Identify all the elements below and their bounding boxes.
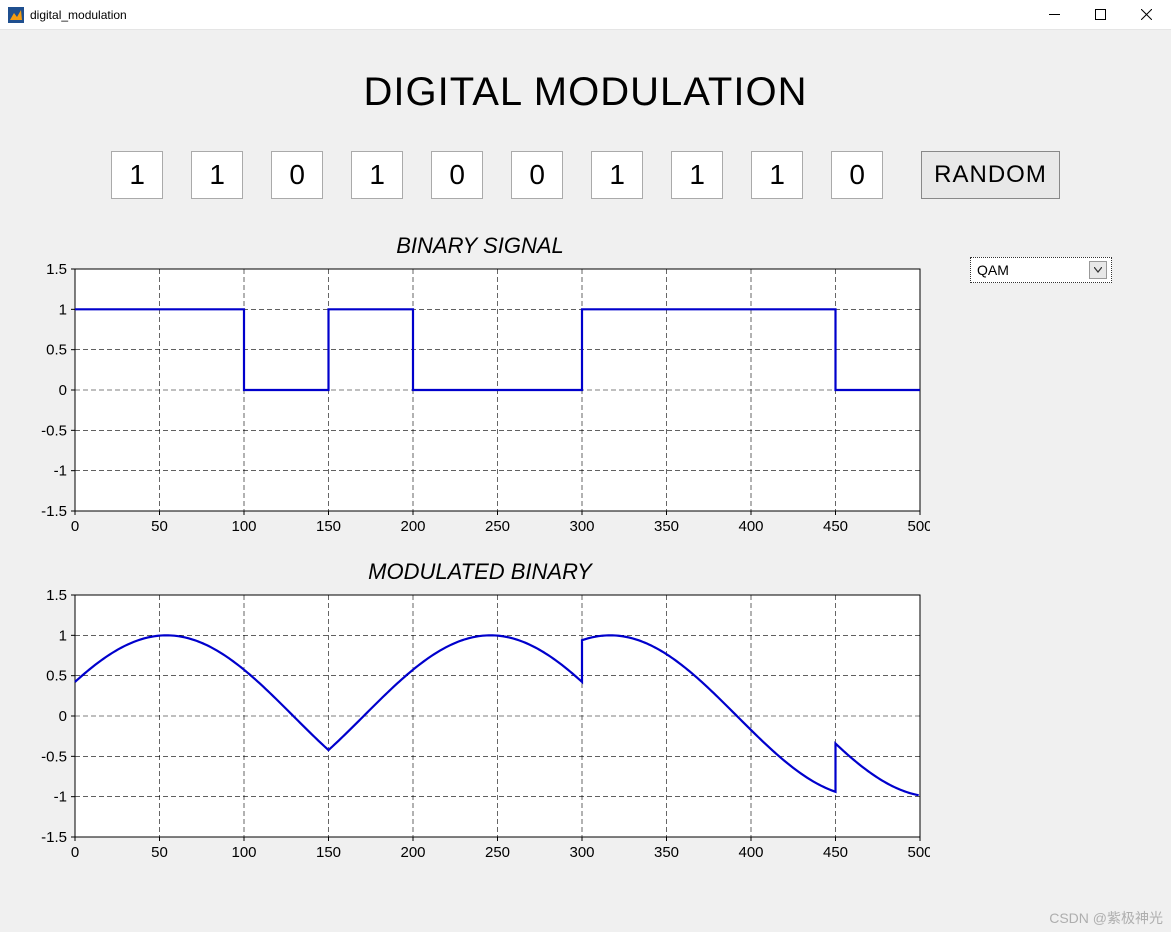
figure-content: DIGITAL MODULATION 1 1 0 1 0 0 1 1 1 0 R… xyxy=(0,30,1171,932)
svg-text:400: 400 xyxy=(738,844,763,861)
bit-input-2[interactable]: 0 xyxy=(271,151,323,199)
bit-input-1[interactable]: 1 xyxy=(191,151,243,199)
svg-text:0: 0 xyxy=(59,708,67,725)
svg-text:150: 150 xyxy=(316,518,341,535)
svg-text:1.5: 1.5 xyxy=(46,261,67,278)
svg-text:-1.5: -1.5 xyxy=(41,503,67,520)
bit-input-8[interactable]: 1 xyxy=(751,151,803,199)
svg-text:200: 200 xyxy=(400,518,425,535)
bit-input-4[interactable]: 0 xyxy=(431,151,483,199)
plot2-axes: 0 50 100 150 200 250 300 350 400 450 500 -1.5 -1 -0.5… xyxy=(20,587,940,867)
plot1-title: BINARY SIGNAL xyxy=(20,233,940,259)
svg-text:-0.5: -0.5 xyxy=(41,422,67,439)
bit-input-5[interactable]: 0 xyxy=(511,151,563,199)
svg-text:400: 400 xyxy=(738,518,763,535)
plot1-axes: 0 50 100 150 200 250 300 350 400 450 500 -1.5 -1 -0.5… xyxy=(20,261,940,541)
svg-text:50: 50 xyxy=(151,518,168,535)
svg-text:1.5: 1.5 xyxy=(46,587,67,604)
svg-text:0.5: 0.5 xyxy=(46,342,67,359)
svg-text:0: 0 xyxy=(71,518,79,535)
bit-input-6[interactable]: 1 xyxy=(591,151,643,199)
watermark: CSDN @紫极神光 xyxy=(1049,908,1163,928)
svg-text:450: 450 xyxy=(823,518,848,535)
window-maximize-button[interactable] xyxy=(1077,0,1123,30)
dropdown-value: QAM xyxy=(977,262,1009,278)
main-title: DIGITAL MODULATION xyxy=(0,30,1171,145)
window-minimize-button[interactable] xyxy=(1031,0,1077,30)
random-button[interactable]: RANDOM xyxy=(921,151,1060,199)
bit-input-9[interactable]: 0 xyxy=(831,151,883,199)
bit-input-0[interactable]: 1 xyxy=(111,151,163,199)
svg-text:500: 500 xyxy=(907,518,930,535)
svg-text:350: 350 xyxy=(654,518,679,535)
svg-text:50: 50 xyxy=(151,844,168,861)
bit-row: 1 1 0 1 0 0 1 1 1 0 RANDOM xyxy=(0,151,1171,199)
svg-text:250: 250 xyxy=(485,518,510,535)
svg-text:100: 100 xyxy=(231,844,256,861)
svg-text:-1.5: -1.5 xyxy=(41,829,67,846)
svg-text:300: 300 xyxy=(569,844,594,861)
svg-text:250: 250 xyxy=(485,844,510,861)
titlebar: digital_modulation xyxy=(0,0,1171,30)
svg-text:0: 0 xyxy=(71,844,79,861)
window-close-button[interactable] xyxy=(1123,0,1169,30)
window-title: digital_modulation xyxy=(30,8,1031,22)
matlab-app-icon xyxy=(8,7,24,23)
svg-text:-0.5: -0.5 xyxy=(41,748,67,765)
svg-text:350: 350 xyxy=(654,844,679,861)
bit-input-3[interactable]: 1 xyxy=(351,151,403,199)
plot2-title: MODULATED BINARY xyxy=(20,559,940,585)
svg-text:200: 200 xyxy=(400,844,425,861)
modulation-dropdown[interactable]: QAM xyxy=(970,257,1112,283)
svg-text:450: 450 xyxy=(823,844,848,861)
svg-text:100: 100 xyxy=(231,518,256,535)
svg-text:0: 0 xyxy=(59,382,67,399)
svg-text:300: 300 xyxy=(569,518,594,535)
chevron-down-icon xyxy=(1089,261,1107,279)
svg-text:-1: -1 xyxy=(54,463,67,480)
svg-text:-1: -1 xyxy=(54,789,67,806)
svg-text:150: 150 xyxy=(316,844,341,861)
bit-input-7[interactable]: 1 xyxy=(671,151,723,199)
svg-text:1: 1 xyxy=(59,301,67,318)
svg-text:1: 1 xyxy=(59,627,67,644)
svg-text:0.5: 0.5 xyxy=(46,668,67,685)
svg-text:500: 500 xyxy=(907,844,930,861)
